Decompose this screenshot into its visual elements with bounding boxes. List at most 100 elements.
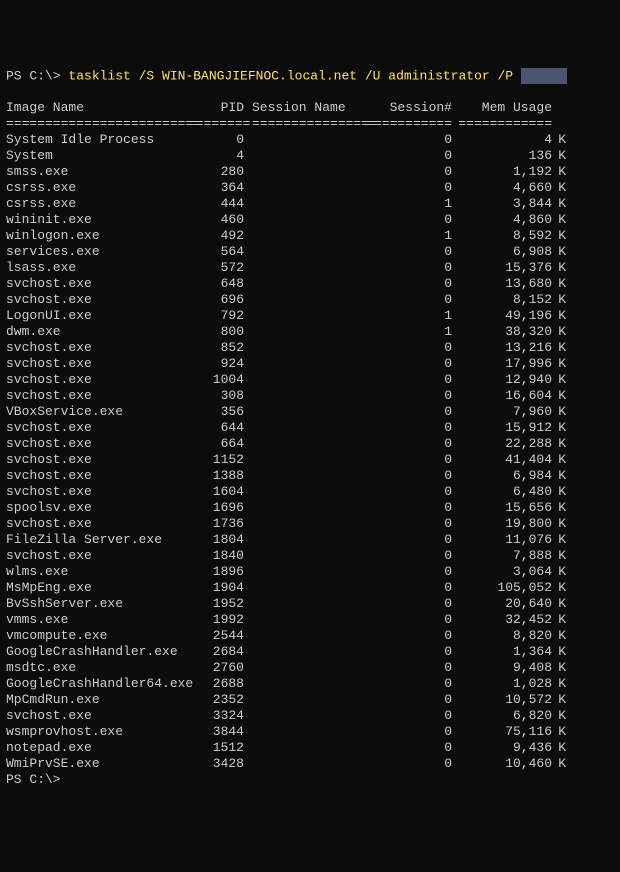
cell-image-name: svchost.exe [6,356,188,372]
cell-mem-usage: 38,320 [452,324,552,340]
cell-pid: 648 [188,276,244,292]
cell-pid: 280 [188,164,244,180]
col-header-session-num: Session# [364,100,452,116]
cell-session-num: 0 [364,452,452,468]
cell-session-name [244,756,364,772]
cell-mem-usage: 41,404 [452,452,552,468]
cell-mem-unit: K [552,148,566,164]
cell-mem-usage: 9,436 [452,740,552,756]
cell-session-name [244,420,364,436]
table-row: csrss.exe36404,660K [6,180,614,196]
table-row: lsass.exe572015,376K [6,260,614,276]
cell-image-name: System [6,148,188,164]
cell-image-name: GoogleCrashHandler.exe [6,644,188,660]
cell-session-name [244,548,364,564]
cell-session-name [244,164,364,180]
cell-mem-usage: 1,364 [452,644,552,660]
cell-session-num: 0 [364,372,452,388]
cell-session-name [244,692,364,708]
cell-image-name: MsMpEng.exe [6,580,188,596]
cell-session-name [244,372,364,388]
cell-mem-unit: K [552,676,566,692]
separator-line: ========================================… [6,116,614,132]
cell-mem-usage: 13,680 [452,276,552,292]
cell-session-name [244,724,364,740]
cell-session-num: 0 [364,516,452,532]
cell-session-num: 0 [364,724,452,740]
table-header: Image NamePIDSession NameSession#Mem Usa… [6,100,614,116]
table-row: svchost.exe852013,216K [6,340,614,356]
cell-session-num: 0 [364,532,452,548]
cell-pid: 460 [188,212,244,228]
cell-image-name: svchost.exe [6,436,188,452]
cell-session-num: 0 [364,580,452,596]
cell-image-name: WmiPrvSE.exe [6,756,188,772]
cell-session-name [244,564,364,580]
cell-pid: 1840 [188,548,244,564]
cell-mem-unit: K [552,196,566,212]
cell-image-name: wsmprovhost.exe [6,724,188,740]
table-row: winlogon.exe49218,592K [6,228,614,244]
cell-session-num: 1 [364,228,452,244]
cell-pid: 1696 [188,500,244,516]
cell-session-num: 1 [364,308,452,324]
cell-session-num: 0 [364,756,452,772]
prompt-line[interactable]: PS C:\> [6,772,614,788]
cell-pid: 1388 [188,468,244,484]
table-row: System40136K [6,148,614,164]
prompt-ps: PS C:\> [6,68,61,83]
cell-session-name [244,516,364,532]
cell-session-num: 0 [364,708,452,724]
cell-session-name [244,180,364,196]
cell-session-name [244,436,364,452]
cell-session-name [244,708,364,724]
table-row: svchost.exe664022,288K [6,436,614,452]
cell-session-name [244,340,364,356]
cell-pid: 308 [188,388,244,404]
cell-pid: 0 [188,132,244,148]
cell-image-name: MpCmdRun.exe [6,692,188,708]
cell-pid: 572 [188,260,244,276]
cell-session-name [244,628,364,644]
col-header-mem-usage: Mem Usage [452,100,552,116]
table-row: svchost.exe924017,996K [6,356,614,372]
table-row: smss.exe28001,192K [6,164,614,180]
cell-pid: 364 [188,180,244,196]
cell-mem-usage: 17,996 [452,356,552,372]
cell-image-name: svchost.exe [6,708,188,724]
cell-mem-usage: 11,076 [452,532,552,548]
cell-image-name: VBoxService.exe [6,404,188,420]
cell-session-num: 0 [364,548,452,564]
cell-image-name: System Idle Process [6,132,188,148]
cell-mem-unit: K [552,548,566,564]
cell-mem-unit: K [552,740,566,756]
cell-session-name [244,676,364,692]
cell-session-num: 0 [364,340,452,356]
cell-session-num: 0 [364,388,452,404]
cell-session-num: 0 [364,436,452,452]
cell-mem-unit: K [552,388,566,404]
cell-pid: 3324 [188,708,244,724]
table-row: msdtc.exe276009,408K [6,660,614,676]
cell-image-name: LogonUI.exe [6,308,188,324]
cell-pid: 696 [188,292,244,308]
cell-mem-unit: K [552,372,566,388]
cell-session-num: 0 [364,596,452,612]
cell-mem-usage: 13,216 [452,340,552,356]
cell-image-name: smss.exe [6,164,188,180]
cell-mem-unit: K [552,420,566,436]
cell-mem-usage: 9,408 [452,660,552,676]
cell-mem-unit: K [552,708,566,724]
cell-mem-usage: 4 [452,132,552,148]
cell-mem-usage: 75,116 [452,724,552,740]
cell-session-name [244,276,364,292]
table-row: MsMpEng.exe19040105,052K [6,580,614,596]
table-row: svchost.exe332406,820K [6,708,614,724]
cell-mem-unit: K [552,564,566,580]
table-row: LogonUI.exe792149,196K [6,308,614,324]
cell-mem-unit: K [552,452,566,468]
terminal-output[interactable]: PS C:\> tasklist /S WIN-BANGJIEFNOC.loca… [6,68,614,788]
cell-mem-unit: K [552,484,566,500]
cell-pid: 2684 [188,644,244,660]
cell-image-name: msdtc.exe [6,660,188,676]
